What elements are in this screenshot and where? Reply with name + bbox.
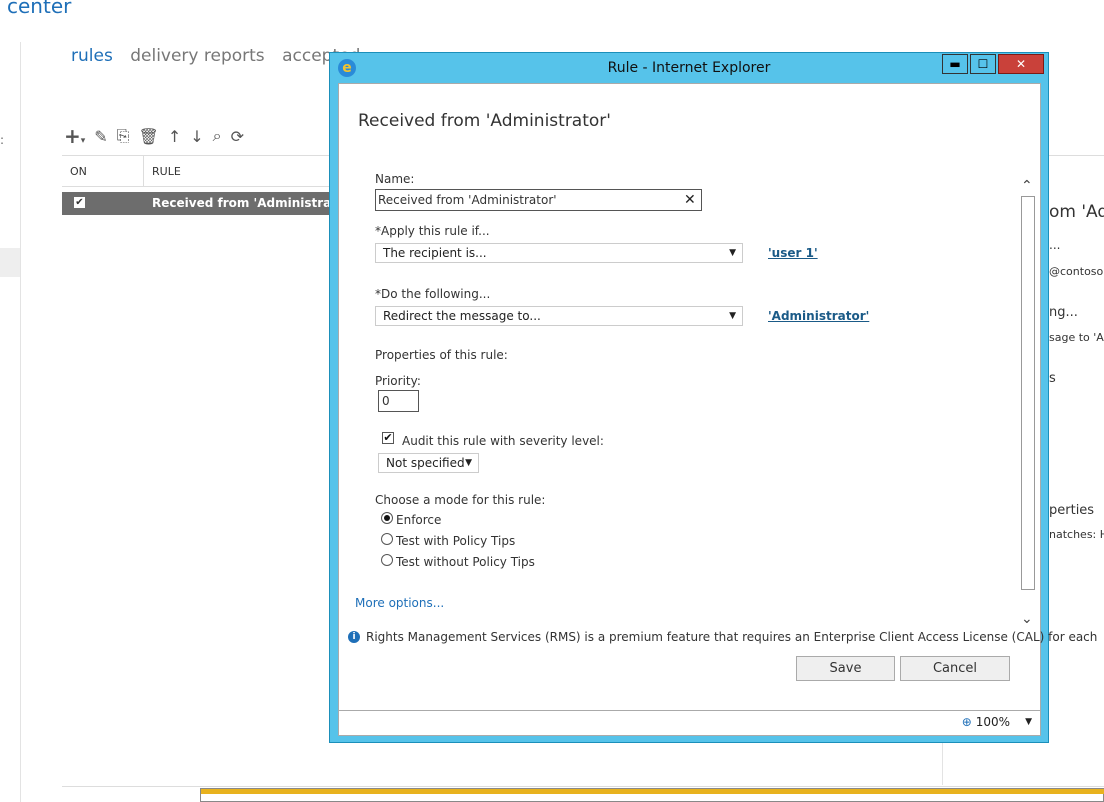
copy-icon[interactable]: ⎘ [117,126,130,146]
top-nav: rules delivery reports accepted [71,46,372,66]
maximize-button[interactable]: ☐ [970,54,996,74]
details-text-fragment: @contoso2. [1049,265,1104,278]
action-select-value: Redirect the message to... [383,309,541,323]
page-title: center [7,0,72,18]
severity-select-value: Not specified [386,456,465,470]
zoom-icon: ⊕ [961,715,972,729]
dialog-heading: Received from 'Administrator' [358,111,611,131]
details-header-line [1048,155,1104,156]
details-text-fragment: natches: He [1049,528,1104,541]
action-label: *Do the following... [375,287,491,301]
left-rail-selected-item[interactable] [0,248,20,277]
mode-test-with-tips-label: Test with Policy Tips [396,534,516,548]
notification-bar-accent [201,789,1104,794]
scrollbar[interactable] [1021,196,1035,590]
grid-toolbar: +▾ ✎ ⎘ 🗑 ↑ ↓ ⌕ ⟳ [64,124,244,148]
mode-test-without-tips-radio[interactable] [381,554,393,566]
rule-name-input[interactable]: Received from 'Administrator' [375,189,702,211]
rms-info-text: Rights Management Services (RMS) is a pr… [366,630,1098,644]
row-enabled-checkbox[interactable]: ✔ [74,197,85,208]
column-header-on[interactable]: ON [70,165,87,178]
scroll-up-icon[interactable]: ⌃ [1021,178,1033,194]
chevron-down-icon: ▼ [465,458,472,468]
ie-popup-window: e Rule - Internet Explorer ▬ ☐ ✕ Receive… [329,52,1097,743]
chevron-down-icon[interactable]: ▼ [1025,717,1032,727]
details-text-fragment: ng... [1049,305,1078,320]
status-bar: ⊕ 100% ▼ [338,711,1041,736]
column-divider [143,156,144,186]
condition-value-link[interactable]: 'user 1' [768,246,818,260]
audit-checkbox[interactable]: ✔ [382,432,394,444]
priority-label: Priority: [375,374,421,388]
audit-label: Audit this rule with severity level: [402,434,604,448]
search-icon[interactable]: ⌕ [213,126,222,146]
close-button[interactable]: ✕ [998,54,1044,74]
action-value-link[interactable]: 'Administrator' [768,309,869,323]
details-text-fragment: ... [1049,238,1061,252]
window-titlebar[interactable]: e Rule - Internet Explorer ▬ ☐ ✕ [330,53,1048,83]
mode-enforce-label: Enforce [396,513,442,527]
action-select[interactable]: Redirect the message to... ▼ [375,306,743,326]
mode-label: Choose a mode for this rule: [375,493,546,507]
details-text-fragment: sage to 'Ad [1049,331,1104,344]
severity-select[interactable]: Not specified ▼ [378,453,479,473]
condition-select-value: The recipient is... [383,246,487,260]
window-title: Rule - Internet Explorer [607,60,771,76]
column-header-rule[interactable]: RULE [152,165,181,178]
mode-test-without-tips-label: Test without Policy Tips [396,555,535,569]
priority-input[interactable]: 0 [378,390,419,412]
delete-icon[interactable]: 🗑 [139,127,159,146]
details-text-fragment: perties [1049,503,1095,518]
move-down-icon[interactable]: ↓ [190,127,203,146]
refresh-icon[interactable]: ⟳ [231,127,244,146]
chevron-down-icon: ▼ [729,311,736,321]
left-rail-label-fragment: : [0,133,5,147]
details-title-fragment: om 'Adm [1049,202,1104,222]
left-rail-divider [20,42,21,802]
scroll-down-icon[interactable]: ⌄ [1021,611,1033,627]
minimize-button[interactable]: ▬ [942,54,968,74]
clear-icon[interactable]: ✕ [684,192,696,208]
mode-enforce-radio[interactable] [381,512,393,524]
tab-rules[interactable]: rules [71,46,113,66]
rule-name-cell: Received from 'Administrator' [152,196,355,210]
move-up-icon[interactable]: ↑ [168,127,181,146]
save-button[interactable]: Save [796,656,895,681]
details-text-fragment: s [1049,371,1056,386]
chevron-down-icon: ▼ [729,248,736,258]
more-options-link[interactable]: More options... [355,596,444,610]
grid-header: ON RULE [62,155,330,187]
zoom-level: 100% [975,715,1010,729]
zoom-control[interactable]: ⊕ 100% [962,715,1010,729]
tab-delivery-reports[interactable]: delivery reports [130,46,264,66]
apply-rule-label: *Apply this rule if... [375,224,490,238]
add-icon[interactable]: +▾ [64,124,85,148]
info-icon: i [348,631,360,643]
rule-dialog: Received from 'Administrator' Name: Rece… [338,83,1097,711]
mode-test-with-tips-radio[interactable] [381,533,393,545]
footer-divider [62,786,1104,787]
cancel-button[interactable]: Cancel [900,656,1010,681]
name-label: Name: [375,172,415,186]
table-row[interactable]: ✔ Received from 'Administrator' [62,192,355,215]
edit-icon[interactable]: ✎ [94,127,107,146]
properties-label: Properties of this rule: [375,348,508,362]
condition-select[interactable]: The recipient is... ▼ [375,243,743,263]
